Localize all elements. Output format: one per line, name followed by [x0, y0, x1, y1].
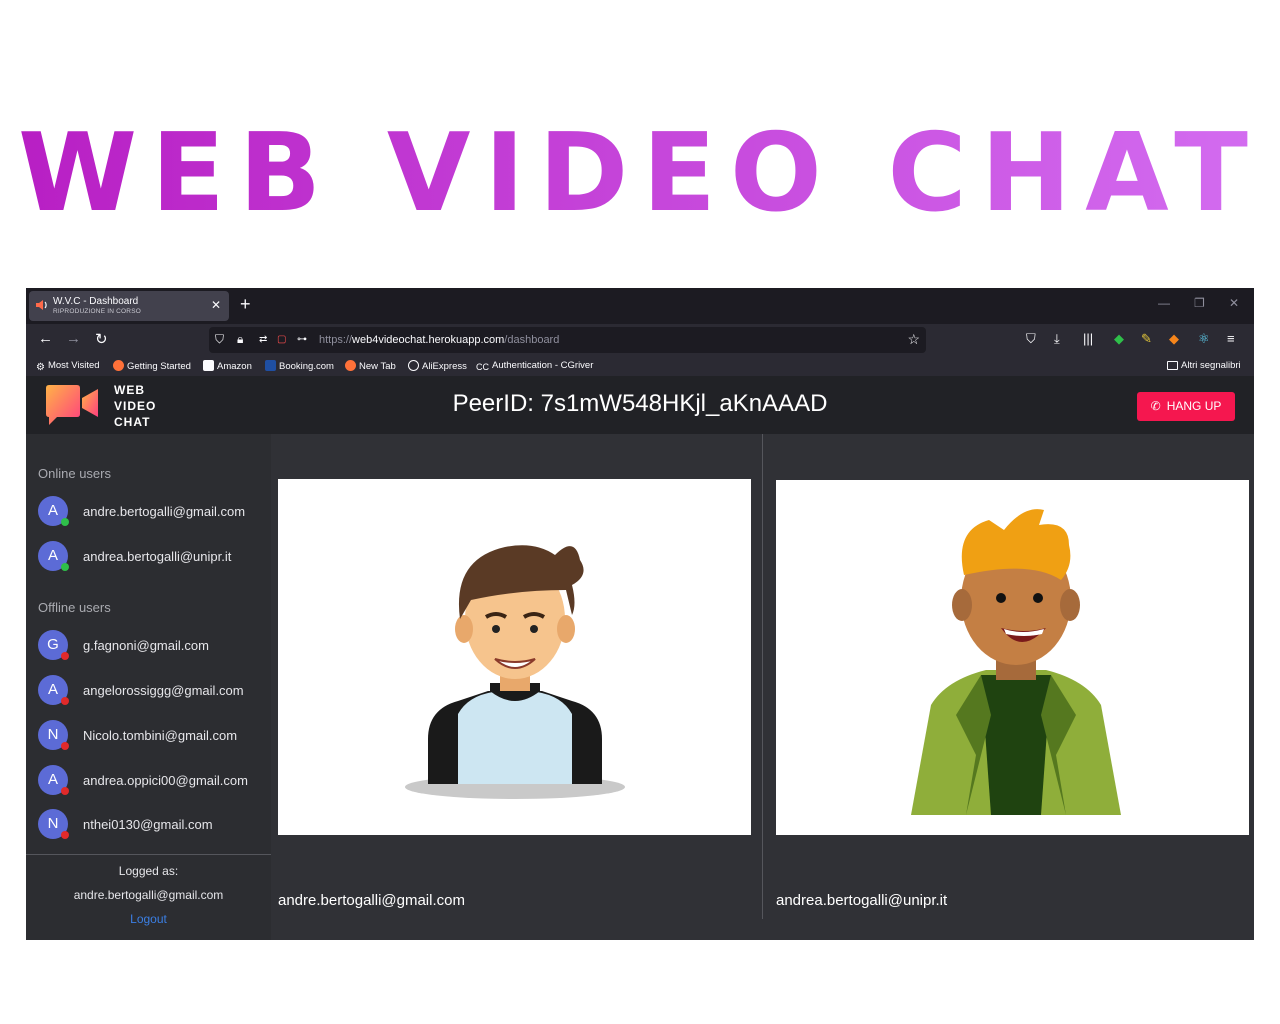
hang-up-button[interactable]: ✆ HANG UP — [1137, 392, 1235, 421]
react-devtools-icon[interactable]: ⚛ — [1198, 331, 1210, 347]
banner-logo: WEB VIDEO CHAT — [18, 111, 1262, 236]
extension-pen-icon[interactable]: ✎ — [1141, 331, 1152, 347]
phone-off-icon: ✆ — [1150, 399, 1161, 413]
tab-audio-status: RIPRODUZIONE IN CORSO — [53, 308, 141, 315]
offline-user-item[interactable]: N Nicolo.tombini@gmail.com — [38, 720, 263, 750]
minimize-icon[interactable]: — — [1158, 296, 1170, 310]
offline-user-item[interactable]: N nthei0130@gmail.com — [38, 809, 263, 839]
bookmark-most-visited[interactable]: ⚙ Most Visited — [36, 360, 100, 373]
video-area: andre.bertogalli@gmail.com andrea.bertog… — [271, 434, 1254, 940]
offline-status-dot — [61, 742, 69, 750]
sidebar-divider — [26, 854, 271, 855]
lock-icon[interactable]: 🔒︎ — [237, 332, 243, 347]
restore-icon[interactable]: ❐ — [1194, 296, 1205, 310]
shield-icon[interactable]: ⛉ — [215, 332, 224, 347]
back-icon[interactable]: ← — [38, 330, 53, 347]
key-icon[interactable]: ⊶ — [297, 334, 307, 345]
amazon-icon — [203, 360, 214, 371]
folder-icon — [1167, 361, 1178, 370]
library-icon[interactable]: ||| — [1083, 331, 1093, 346]
booking-icon — [265, 360, 276, 371]
menu-icon[interactable]: ≡ — [1227, 331, 1235, 346]
bookmark-star-icon[interactable]: ☆ — [907, 331, 920, 348]
url-domain: web4videochat.herokuapp.com — [352, 334, 505, 346]
firefox-icon — [113, 360, 124, 371]
video-feed-remote — [776, 480, 1249, 835]
peer-id: PeerID: 7s1mW548HKjl_aKnAAAD — [452, 390, 828, 417]
offline-status-dot — [61, 787, 69, 795]
online-user-item[interactable]: A andre.bertogalli@gmail.com — [38, 496, 263, 526]
user-email: andre.bertogalli@gmail.com — [83, 504, 246, 519]
forward-icon[interactable]: → — [66, 330, 81, 347]
online-status-dot — [61, 563, 69, 571]
nav-bar: ← → ↻ ⛉ 🔒︎ ⇄ ▢ ⊶ https://web4videochat.h… — [26, 324, 1254, 356]
firefox-icon — [345, 360, 356, 371]
logged-as-label: Logged as: — [118, 864, 179, 878]
tab-title: W.V.C - Dashboard — [53, 296, 139, 307]
download-icon[interactable]: ⤓ — [1054, 331, 1060, 347]
bookmark-getting-started[interactable]: Getting Started — [113, 360, 191, 372]
new-tab-icon[interactable]: + — [240, 294, 251, 315]
offline-users-title: Offline users — [38, 600, 111, 615]
metamask-icon[interactable]: ◆ — [1169, 331, 1179, 347]
url-text: https://web4videochat.herokuapp.com/dash… — [319, 334, 559, 346]
cgriver-icon: CC — [476, 362, 489, 372]
video-user-name-local: andre.bertogalli@gmail.com — [278, 892, 465, 909]
user-email: nthei0130@gmail.com — [83, 817, 213, 832]
app-header: WEB VIDEO CHAT PeerID: 7s1mW548HKjl_aKnA… — [26, 376, 1254, 434]
bookmark-authentication[interactable]: CC Authentication - CGriver — [476, 360, 593, 373]
avatar-illustration-boy — [911, 509, 1121, 815]
url-prefix: https:// — [319, 334, 353, 346]
speaker-icon — [36, 300, 47, 310]
offline-status-dot — [61, 652, 69, 660]
video-separator — [762, 434, 763, 919]
other-bookmarks[interactable]: Altri segnalibri — [1167, 360, 1241, 371]
extension-green-icon[interactable]: ◆ — [1114, 331, 1124, 347]
tab-dashboard[interactable]: W.V.C - Dashboard RIPRODUZIONE IN CORSO … — [29, 291, 229, 321]
avatar-illustration-man — [405, 545, 625, 799]
camera-sharing-icon[interactable]: ▢ — [277, 334, 286, 345]
pocket-icon[interactable]: ⛉ — [1026, 331, 1036, 347]
reload-icon[interactable]: ↻ — [95, 330, 108, 348]
offline-user-item[interactable]: A andrea.oppici00@gmail.com — [38, 765, 263, 795]
app: WEB VIDEO CHAT PeerID: 7s1mW548HKjl_aKnA… — [26, 376, 1254, 940]
user-email: andrea.oppici00@gmail.com — [83, 773, 248, 788]
gear-icon: ⚙ — [36, 362, 45, 373]
permissions-icon[interactable]: ⇄ — [259, 334, 267, 345]
offline-user-item[interactable]: A angelorossiggg@gmail.com — [38, 675, 263, 705]
user-email: g.fagnoni@gmail.com — [83, 638, 209, 653]
online-status-dot — [61, 518, 69, 526]
logged-user-email: andre.bertogalli@gmail.com — [73, 888, 224, 902]
offline-status-dot — [61, 831, 69, 839]
offline-status-dot — [61, 697, 69, 705]
bookmark-new-tab[interactable]: New Tab — [345, 360, 396, 372]
bookmark-aliexpress[interactable]: AliExpress — [408, 360, 467, 372]
banner-title: WEB VIDEO CHAT — [18, 111, 1262, 236]
banner: WEB VIDEO CHAT — [0, 100, 1280, 240]
video-user-name-remote: andrea.bertogalli@unipr.it — [776, 892, 948, 909]
browser-window: W.V.C - Dashboard RIPRODUZIONE IN CORSO … — [26, 288, 1254, 940]
close-window-icon[interactable]: ✕ — [1229, 296, 1239, 310]
bookmarks-bar: ⚙ Most Visited Getting Started Amazon Boo… — [26, 356, 1254, 376]
globe-icon — [408, 360, 419, 371]
sidebar: Online users A andre.bertogalli@gmail.co… — [26, 434, 271, 940]
video-feed-local — [278, 479, 751, 835]
logout-link[interactable]: Logout — [26, 912, 271, 926]
bookmark-amazon[interactable]: Amazon — [203, 360, 252, 372]
offline-user-item[interactable]: G g.fagnoni@gmail.com — [38, 630, 263, 660]
tab-bar: W.V.C - Dashboard RIPRODUZIONE IN CORSO … — [26, 288, 1254, 324]
url-path: /dashboard — [504, 334, 560, 346]
user-email: Nicolo.tombini@gmail.com — [83, 728, 238, 743]
online-user-item[interactable]: A andrea.bertogalli@unipr.it — [38, 541, 263, 571]
user-email: angelorossiggg@gmail.com — [83, 683, 244, 698]
url-bar[interactable]: ⛉ 🔒︎ ⇄ ▢ ⊶ https://web4videochat.herokua… — [209, 327, 926, 353]
online-users-title: Online users — [38, 466, 111, 481]
user-email: andrea.bertogalli@unipr.it — [83, 549, 232, 564]
tab-close-icon[interactable]: ✕ — [211, 298, 221, 312]
bookmark-booking[interactable]: Booking.com — [265, 360, 334, 372]
